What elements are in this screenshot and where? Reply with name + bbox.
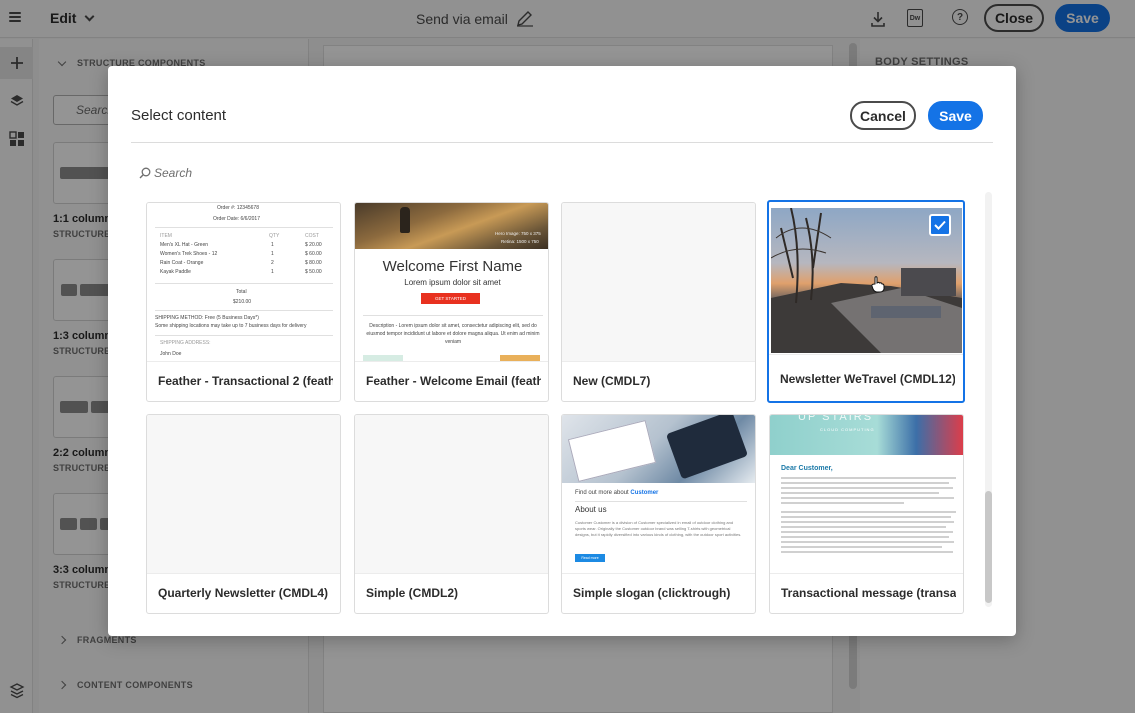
thumb-row-cost: $ 60.00 bbox=[305, 251, 322, 257]
thumb-welcome-sub: Lorem ipsum dolor sit amet bbox=[404, 278, 501, 287]
content-card-simple-slogan[interactable]: Find out more about Customer About us Cu… bbox=[561, 414, 756, 614]
card-title: Transactional message (transact... bbox=[781, 585, 956, 600]
card-title: Feather - Transactional 2 (feathe... bbox=[158, 373, 333, 388]
hand-cursor-icon bbox=[871, 276, 885, 293]
content-card-transactional-message[interactable]: UP STAIRS CLOUD COMPUTING Dear Customer, bbox=[769, 414, 964, 614]
card-thumbnail: Find out more about Customer About us Cu… bbox=[562, 415, 755, 573]
devices-photo bbox=[562, 415, 755, 483]
thumb-rule bbox=[575, 501, 747, 502]
thumb-row-qty: 1 bbox=[271, 269, 274, 275]
thumb-ship-name: John Doe bbox=[160, 351, 182, 357]
content-card-simple[interactable]: Simple (CMDL2) bbox=[354, 414, 549, 614]
thumb-col-item: ITEM bbox=[160, 233, 172, 239]
hero-image: Hero Image: 750 x 375 Retina: 1500 x 750 bbox=[355, 203, 548, 249]
card-thumbnail: Order #: 12345678 Order Date: 6/6/2017 I… bbox=[147, 203, 340, 361]
thumb-rule bbox=[155, 335, 333, 336]
thumb-row-cost: $ 50.00 bbox=[305, 269, 322, 275]
thumb-col-cost: COST bbox=[305, 233, 319, 239]
thumb-about-us: About us bbox=[575, 505, 607, 514]
thumb-total-label: Total bbox=[236, 289, 247, 295]
thumb-hero-size: Hero Image: 750 x 375 bbox=[495, 231, 541, 236]
card-title: Newsletter WeTravel (CMDL12) bbox=[780, 371, 955, 386]
thumb-row-item: Women's Trek Shoes - 12 bbox=[160, 251, 218, 257]
selected-checkmark-icon[interactable] bbox=[929, 214, 951, 236]
tablet-shape bbox=[665, 415, 749, 480]
thumb-slogan-body: Customer Customer is a division of Custo… bbox=[575, 520, 742, 537]
thumb-welcome-desc: Description - Lorem ipsum dolor sit amet… bbox=[366, 323, 540, 345]
content-card-feather-welcome[interactable]: Hero Image: 750 x 375 Retina: 1500 x 750… bbox=[354, 202, 549, 402]
content-card-newsletter-wetravel[interactable]: Newsletter WeTravel (CMDL12) bbox=[767, 200, 965, 403]
thumb-ship-note: Some shipping locations may take up to 7… bbox=[155, 323, 307, 329]
thumb-ship-address-label: SHIPPING ADDRESS: bbox=[160, 340, 211, 346]
thumb-hero-retina: Retina: 1500 x 750 bbox=[501, 239, 539, 244]
thumb-rule bbox=[155, 310, 333, 311]
hiker-figure bbox=[400, 207, 410, 233]
thumb-text-lines bbox=[781, 477, 956, 556]
search-icon bbox=[139, 167, 151, 179]
thumb-order-date: Order Date: 6/6/2017 bbox=[213, 216, 260, 222]
thumb-row-qty: 2 bbox=[271, 260, 274, 266]
thumb-row-item: Kayak Paddle bbox=[160, 269, 191, 275]
thumb-read-more-button: Read more bbox=[575, 554, 605, 562]
content-card-new[interactable]: New (CMDL7) bbox=[561, 202, 756, 402]
divider bbox=[131, 142, 993, 143]
thumb-row-item: Men's XL Hat - Green bbox=[160, 242, 209, 248]
card-title: Simple slogan (clicktrough) bbox=[573, 585, 731, 600]
thumb-row-qty: 1 bbox=[271, 251, 274, 257]
card-thumbnail-empty bbox=[562, 203, 755, 361]
thumb-brand-link: Customer bbox=[630, 490, 659, 496]
thumb-rule bbox=[155, 283, 333, 284]
thumb-row-cost: $ 20.00 bbox=[305, 242, 322, 248]
thumb-total-value: $210.00 bbox=[233, 299, 252, 305]
thumb-row-qty: 1 bbox=[271, 242, 274, 248]
thumb-find-text: Find out more about bbox=[575, 490, 629, 496]
card-thumbnail: Hero Image: 750 x 375 Retina: 1500 x 750… bbox=[355, 203, 548, 361]
dialog-save-button[interactable]: Save bbox=[928, 101, 983, 130]
card-title: Simple (CMDL2) bbox=[366, 585, 459, 600]
content-card-feather-transactional[interactable]: Order #: 12345678 Order Date: 6/6/2017 I… bbox=[146, 202, 341, 402]
content-search-input[interactable]: Search bbox=[139, 164, 439, 182]
card-thumbnail: UP STAIRS CLOUD COMPUTING Dear Customer, bbox=[770, 415, 963, 573]
thumb-col-qty: QTY bbox=[269, 233, 280, 239]
thumb-get-started-button: GET STARTED bbox=[421, 293, 480, 304]
select-content-dialog: Select content Cancel Save Search Order … bbox=[108, 66, 1016, 636]
thumb-rule bbox=[363, 315, 543, 316]
card-thumbnail-empty bbox=[355, 415, 548, 573]
cancel-button[interactable]: Cancel bbox=[850, 101, 916, 130]
grid-scrollbar-thumb[interactable] bbox=[985, 491, 992, 603]
thumb-welcome-headline: Welcome First Name bbox=[382, 258, 523, 275]
thumb-rule bbox=[155, 227, 333, 228]
thumb-brand-top: UP STAIRS bbox=[798, 415, 874, 423]
thumb-order-number: Order #: 12345678 bbox=[217, 205, 259, 211]
thumb-find-out: Find out more about Customer bbox=[575, 490, 658, 496]
content-search-placeholder: Search bbox=[154, 166, 193, 180]
laptop-shape bbox=[567, 419, 657, 483]
thumb-ship-method: SHIPPING METHOD: Free (5 Business Days*) bbox=[155, 315, 259, 321]
dialog-title: Select content bbox=[131, 107, 227, 124]
card-thumbnail-empty bbox=[147, 415, 340, 573]
thumb-row-cost: $ 80.00 bbox=[305, 260, 322, 266]
card-title: Quarterly Newsletter (CMDL4) bbox=[158, 585, 329, 600]
thumb-brand-sub: CLOUD COMPUTING bbox=[820, 427, 875, 432]
header-banner: UP STAIRS CLOUD COMPUTING bbox=[770, 415, 963, 455]
card-title: Feather - Welcome Email (feathe... bbox=[366, 373, 541, 388]
divider bbox=[769, 354, 963, 355]
thumb-greeting: Dear Customer, bbox=[781, 465, 833, 472]
thumb-row-item: Rain Coat - Orange bbox=[160, 260, 204, 266]
content-card-quarterly-newsletter[interactable]: Quarterly Newsletter (CMDL4) bbox=[146, 414, 341, 614]
card-title: New (CMDL7) bbox=[573, 373, 651, 388]
